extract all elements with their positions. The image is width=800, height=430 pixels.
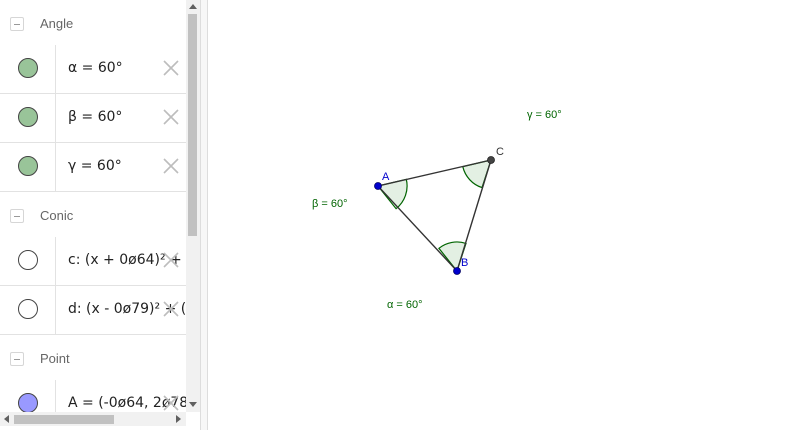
collapse-icon[interactable] xyxy=(10,17,24,31)
scroll-up-arrow-icon[interactable] xyxy=(189,4,197,9)
group-header-point[interactable]: Point xyxy=(0,335,186,384)
angle-gamma-label: γ = 60° xyxy=(527,109,562,121)
close-icon[interactable] xyxy=(161,107,181,127)
algebra-item-alpha[interactable]: α = 60° xyxy=(0,45,186,94)
segment-ab[interactable] xyxy=(377,185,458,272)
group-header-angle[interactable]: Angle xyxy=(0,0,186,49)
point-c-label: C xyxy=(496,146,504,158)
close-icon[interactable] xyxy=(161,393,181,412)
graphics-view[interactable]: A B C α = 60° β = 60° γ = 60° xyxy=(208,0,800,430)
point-a[interactable] xyxy=(374,182,382,190)
scroll-left-arrow-icon[interactable] xyxy=(4,415,9,423)
angle-alpha-label: α = 60° xyxy=(387,299,423,311)
algebra-item-text[interactable]: α = 60° xyxy=(68,60,123,76)
visibility-toggle-marble[interactable] xyxy=(18,299,38,319)
point-b[interactable] xyxy=(453,267,461,275)
panel-splitter[interactable] xyxy=(200,0,208,430)
angle-alpha-sector[interactable] xyxy=(376,178,408,210)
collapse-icon[interactable] xyxy=(10,352,24,366)
horizontal-scrollbar[interactable] xyxy=(0,412,186,426)
group-label: Conic xyxy=(40,208,74,223)
algebra-view: Angle α = 60° β = 60° γ = 60° Conic c: (… xyxy=(0,0,186,412)
collapse-icon[interactable] xyxy=(10,209,24,223)
visibility-toggle-marble[interactable] xyxy=(18,156,38,176)
visibility-toggle-marble[interactable] xyxy=(18,393,38,412)
angle-beta-label: β = 60° xyxy=(312,198,348,210)
algebra-item-text[interactable]: β = 60° xyxy=(68,109,122,125)
group-label: Angle xyxy=(40,16,74,31)
scroll-down-arrow-icon[interactable] xyxy=(189,402,197,407)
group-label: Point xyxy=(40,351,70,366)
algebra-item-text[interactable]: γ = 60° xyxy=(68,158,122,174)
algebra-item-conic-c[interactable]: c: (x + 0ø64)² + (y xyxy=(0,237,186,286)
close-icon[interactable] xyxy=(161,250,181,270)
visibility-toggle-marble[interactable] xyxy=(18,250,38,270)
scroll-right-arrow-icon[interactable] xyxy=(176,415,181,423)
close-icon[interactable] xyxy=(161,58,181,78)
algebra-item-beta[interactable]: β = 60° xyxy=(0,94,186,143)
visibility-toggle-marble[interactable] xyxy=(18,107,38,127)
point-b-label: B xyxy=(461,257,468,269)
point-c[interactable] xyxy=(487,156,495,164)
close-icon[interactable] xyxy=(161,156,181,176)
algebra-item-point-a[interactable]: A = (-0ø64, 2ø78) xyxy=(0,380,186,412)
visibility-toggle-marble[interactable] xyxy=(18,58,38,78)
scrollbar-thumb[interactable] xyxy=(14,415,114,424)
point-a-label: A xyxy=(382,171,390,183)
close-icon[interactable] xyxy=(161,299,181,319)
vertical-scrollbar[interactable] xyxy=(186,0,200,412)
algebra-item-gamma[interactable]: γ = 60° xyxy=(0,143,186,192)
scrollbar-thumb[interactable] xyxy=(188,14,197,236)
algebra-item-conic-d[interactable]: d: (x - 0ø79)² + (y xyxy=(0,286,186,335)
group-header-conic[interactable]: Conic xyxy=(0,192,186,241)
